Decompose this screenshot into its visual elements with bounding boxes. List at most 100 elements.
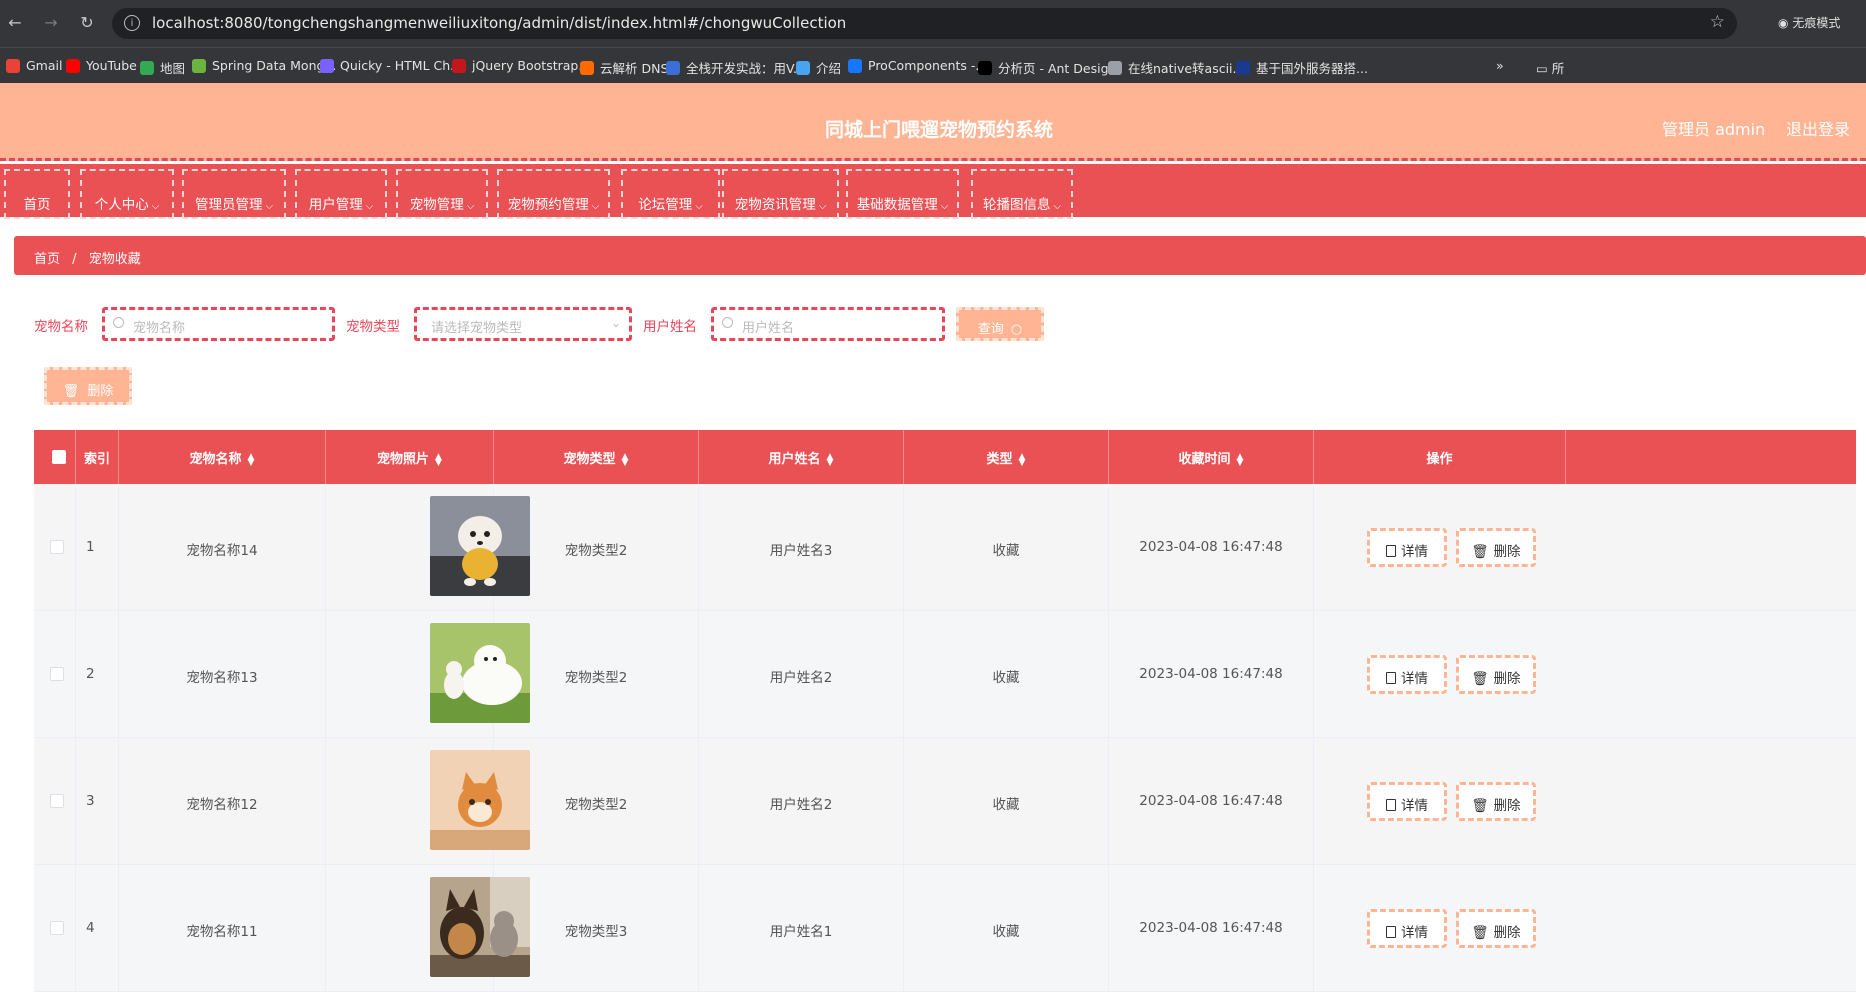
cell-time: 2023-04-08 16:47:48 (1109, 484, 1314, 611)
bookmarks-overflow-icon[interactable]: » (1496, 58, 1504, 73)
cell-user-name: 用户姓名2 (699, 738, 904, 865)
menu-item-label: 管理员管理 (194, 197, 263, 213)
delete-button[interactable]: 🗑 删除 (1456, 528, 1536, 567)
bookmark-item[interactable]: 云解析 DNS (580, 58, 668, 77)
batch-delete-button[interactable]: 🗑 删除 (44, 367, 132, 405)
cell-pet-name: 宠物名称13 (119, 611, 326, 738)
column-header[interactable]: 用户姓名 ▲ ▼ (699, 430, 904, 484)
sort-icon[interactable]: ▲ ▼ (622, 452, 629, 467)
cell-user-name: 用户姓名2 (699, 611, 904, 738)
menu-item-3[interactable]: 用户管理 ⌵ (295, 169, 387, 219)
row-checkbox[interactable] (50, 921, 64, 935)
menu-item-label: 基础数据管理 (856, 197, 938, 213)
menu-item-7[interactable]: 宠物资讯管理 ⌵ (722, 169, 839, 219)
pet-name-placeholder: 宠物名称 (133, 321, 186, 336)
menu-item-2[interactable]: 管理员管理 ⌵ (182, 169, 286, 219)
bookmark-item[interactable]: ProComponents -... (848, 58, 987, 73)
bookmark-item[interactable]: 地图 (140, 58, 185, 77)
address-bar[interactable]: i localhost:8080/tongchengshangmenweiliu… (112, 8, 1737, 39)
bookmark-item[interactable]: jQuery Bootstrap... (452, 58, 590, 73)
trash-icon: 🗑 (62, 384, 80, 399)
column-header[interactable]: 宠物类型 ▲ ▼ (494, 430, 699, 484)
menu-item-8[interactable]: 基础数据管理 ⌵ (846, 169, 959, 219)
bookmark-item[interactable]: YouTube (66, 58, 137, 73)
sort-icon[interactable]: ▲ ▼ (827, 452, 834, 467)
row-checkbox[interactable] (50, 667, 64, 681)
column-header[interactable]: 宠物名称 ▲ ▼ (119, 430, 326, 484)
column-header-label: 宠物类型 (563, 452, 616, 467)
folder-icon[interactable]: ▭ 所 (1536, 58, 1564, 77)
sort-icon[interactable]: ▲ ▼ (1237, 452, 1244, 467)
cell-index: 2 (76, 611, 119, 738)
menu-item-5[interactable]: 宠物预约管理 ⌵ (497, 169, 610, 219)
bookmark-star-icon[interactable]: ☆ (1710, 12, 1725, 32)
url-text[interactable]: localhost:8080/tongchengshangmenweiliuxi… (152, 14, 846, 32)
select-all-checkbox[interactable] (52, 450, 66, 464)
column-header[interactable]: 宠物照片 ▲ ▼ (326, 430, 494, 484)
chevron-down-icon: ⌵ (591, 201, 600, 212)
column-header-label: 索引 (83, 452, 110, 467)
detail-button[interactable]: 详情 (1367, 782, 1447, 821)
bookmark-label: 地图 (160, 61, 186, 76)
menu-item-4[interactable]: 宠物管理 ⌵ (396, 169, 488, 219)
globe-icon (796, 60, 810, 75)
bookmark-item[interactable]: 在线native转ascii... (1108, 58, 1244, 77)
sort-icon[interactable]: ▲ ▼ (435, 452, 442, 467)
sort-icon[interactable]: ▲ ▼ (1019, 452, 1026, 467)
breadcrumb-home[interactable]: 首页 (34, 252, 60, 267)
delete-button[interactable]: 🗑 删除 (1456, 909, 1536, 948)
incognito-label: 无痕模式 (1792, 16, 1841, 30)
breadcrumb: 首页 / 宠物收藏 (14, 236, 1866, 275)
column-header[interactable]: 类型 ▲ ▼ (904, 430, 1109, 484)
cell-type: 收藏 (904, 611, 1109, 738)
forward-arrow-icon[interactable]: → (40, 12, 62, 34)
bookmark-item[interactable]: 全栈开发实战：用V... (666, 58, 805, 77)
chevron-down-icon: ⌵ (265, 201, 274, 212)
logout-link[interactable]: 退出登录 (1786, 116, 1850, 140)
m-icon (666, 60, 680, 75)
cell-time: 2023-04-08 16:47:48 (1109, 611, 1314, 738)
bookmark-item[interactable]: Gmail (6, 58, 62, 73)
maps-icon (140, 60, 154, 75)
pet-name-input[interactable]: 宠物名称 (102, 307, 335, 341)
trash-icon: 🗑 (1471, 544, 1489, 560)
back-arrow-icon[interactable]: ← (4, 12, 26, 34)
bookmark-item[interactable]: Quicky - HTML Ch... (320, 58, 462, 73)
table-row: 2 宠物名称13 宠物类型2 用户姓名2 收藏 2023-04-08 16:47:48 详情… (34, 611, 1856, 738)
menu-item-1[interactable]: 个人中心 ⌵ (80, 169, 174, 219)
trash-icon: 🗑 (1471, 671, 1489, 687)
detail-button[interactable]: 详情 (1367, 909, 1447, 948)
bookmark-item[interactable]: Spring Data Mong... (192, 58, 336, 73)
incognito-indicator[interactable]: ◉ 无痕模式 (1778, 14, 1840, 31)
column-header[interactable]: 收藏时间 ▲ ▼ (1109, 430, 1314, 484)
chevron-down-icon: ⌵ (1053, 201, 1062, 212)
user-name-input[interactable]: 用户姓名 (711, 307, 945, 341)
delete-button-label: 删除 (1493, 671, 1521, 687)
detail-button[interactable]: 详情 (1367, 528, 1447, 567)
menu-item-9[interactable]: 轮播图信息 ⌵ (971, 169, 1073, 219)
site-info-icon[interactable]: i (124, 15, 140, 31)
bookmark-label: 全栈开发实战：用V... (686, 61, 805, 76)
delete-button[interactable]: 🗑 删除 (1456, 655, 1536, 694)
pet-type-select[interactable]: 请选择宠物类型 ⌄ (414, 307, 632, 341)
row-checkbox[interactable] (50, 794, 64, 808)
delete-button[interactable]: 🗑 删除 (1456, 782, 1536, 821)
column-header: 操作 (1314, 430, 1566, 484)
detail-button[interactable]: 详情 (1367, 655, 1447, 694)
bookmark-item[interactable]: 基于国外服务器搭... (1236, 58, 1368, 77)
sort-icon[interactable]: ▲ ▼ (248, 452, 255, 467)
query-button[interactable]: 查询 ○ (956, 307, 1044, 341)
menu-item-0[interactable]: 首页 (4, 169, 70, 219)
admin-name: 管理员 admin (1662, 120, 1766, 139)
bookmark-item[interactable]: 介绍 (796, 58, 841, 77)
reload-icon[interactable]: ↻ (76, 12, 98, 34)
user-name-label: 用户姓名 (643, 319, 697, 335)
query-button-label: 查询 (977, 322, 1004, 337)
row-checkbox[interactable] (50, 540, 64, 554)
column-header-label: 宠物照片 (377, 452, 430, 467)
delete-button-label: 删除 (1493, 544, 1521, 560)
chevron-down-icon: ⌵ (151, 201, 160, 212)
cell-type: 收藏 (904, 484, 1109, 611)
menu-item-6[interactable]: 论坛管理 ⌵ (621, 169, 720, 219)
bookmark-item[interactable]: 分析页 - Ant Desig... (978, 58, 1120, 77)
